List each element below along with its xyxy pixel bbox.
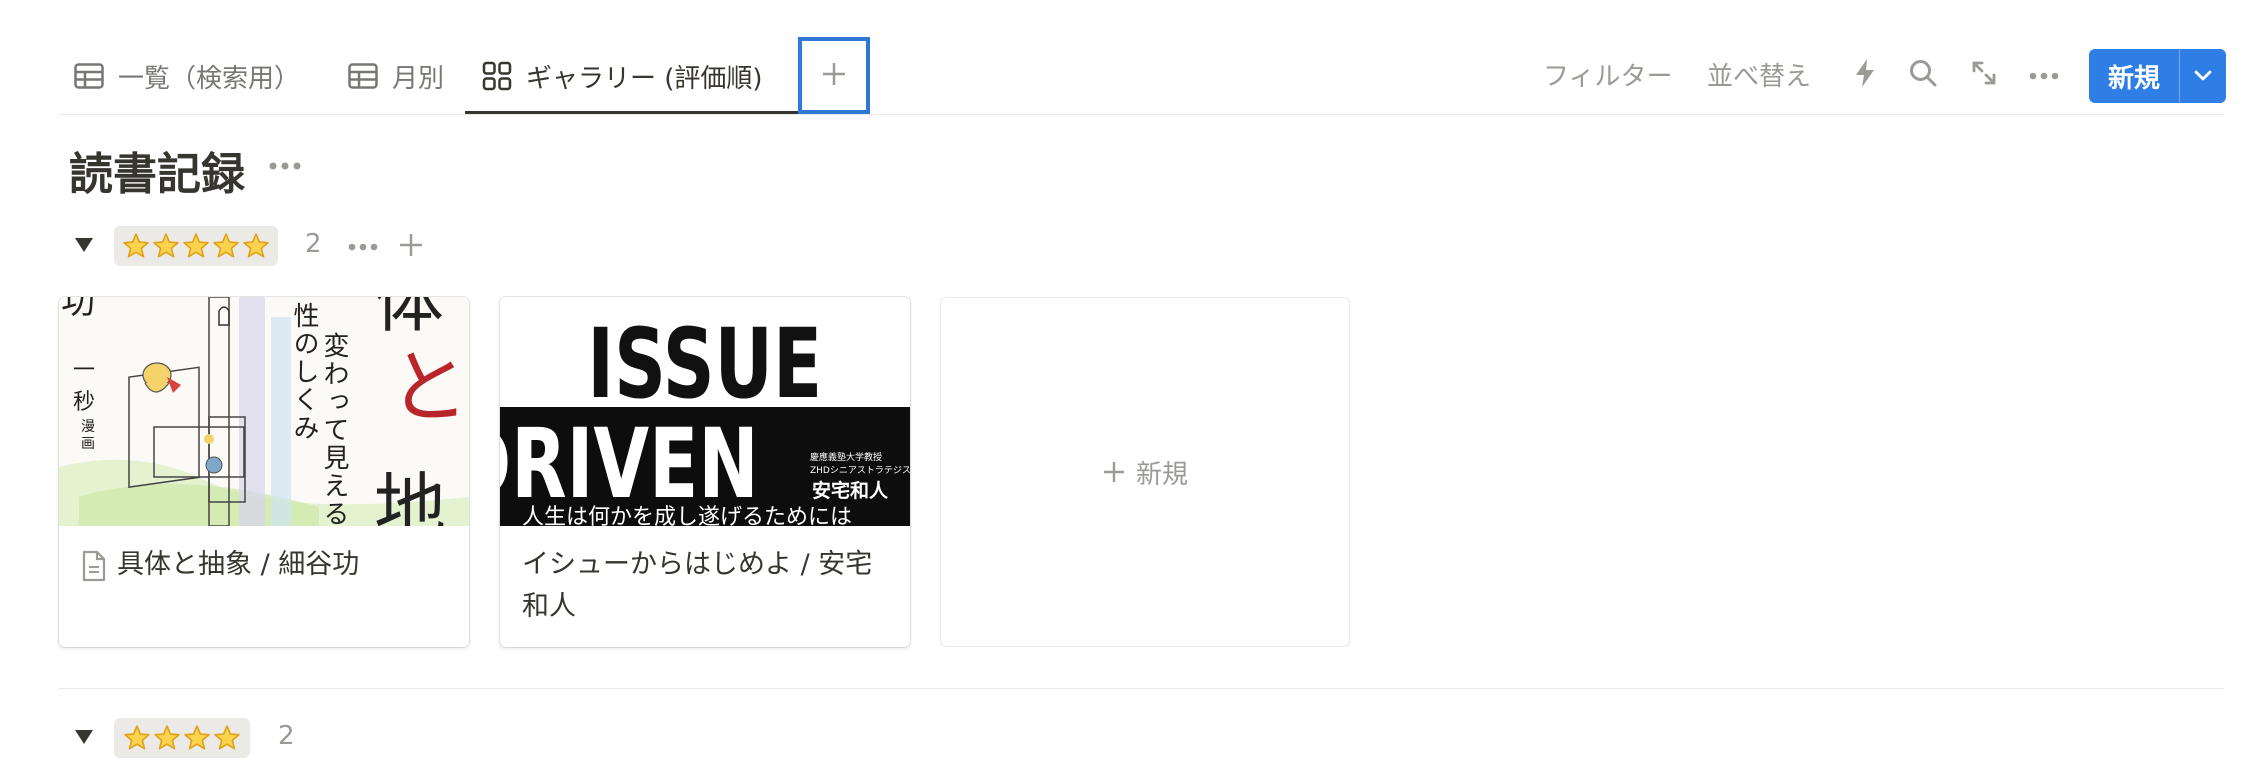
more-options-button[interactable] [2027,58,2061,92]
gallery-card[interactable]: 功 一 秒 漫 画 変わって見える 性のしくみ 体 と 地 具体と抽象 / 細谷… [59,297,469,647]
group-add-button[interactable] [396,232,426,262]
group-count: 2 [278,721,295,751]
book-cover-image: ISSUE DRIVEN 慶應義塾大学教授 ZHDシニアストラテジスト 安宅和人… [500,297,910,526]
star-rating-5 [122,232,270,260]
tab-label: 一覧（検索用） [118,63,301,94]
gallery-icon [482,61,512,91]
star-rating-4 [123,724,241,752]
card-title: イシューからはじめよ / 安宅 和人 [522,544,888,628]
tab-gallery-rating[interactable]: ギャラリー (評価順) [482,40,763,112]
gallery-card[interactable]: ISSUE DRIVEN 慶應義塾大学教授 ZHDシニアストラテジスト 安宅和人… [500,297,910,647]
book-cover-image: 功 一 秒 漫 画 変わって見える 性のしくみ 体 と 地 [59,297,469,526]
title-more-button[interactable] [268,150,302,180]
add-card-label: 新規 [1135,459,1188,490]
filter-button[interactable]: フィルター [1543,56,1672,93]
cover-side-char: 漫 [81,419,95,435]
group-more-button[interactable] [346,236,380,256]
tab-list-search[interactable]: 一覧（検索用） [74,40,300,112]
add-card-button[interactable]: 新規 [940,297,1350,647]
tab-monthly[interactable]: 月別 [348,40,444,112]
star-icon [243,233,269,258]
cover-author: 安宅和人 [812,479,889,502]
sort-button[interactable]: 並べ替え [1707,56,1811,93]
expand-icon [1970,59,1998,91]
expand-button[interactable] [1967,58,2001,92]
cover-vertical-text: 変わって見える [319,332,349,526]
cover-big-char: と [389,341,469,434]
database-title[interactable]: 読書記録 [69,138,245,202]
plus-icon [821,61,847,91]
card-title-text: 和人 [522,591,576,622]
star-icon [154,725,180,750]
table-icon [74,63,104,89]
plus-icon [398,232,424,262]
new-button-dropdown[interactable] [2180,49,2226,103]
cover-big-char: 体 [374,297,444,342]
cover-side-char: 一 [73,358,95,383]
star-icon [213,233,239,258]
more-icon [268,156,302,175]
chevron-down-icon [2193,67,2213,86]
new-button-group: 新規 [2089,49,2226,103]
cover-big-char: 地 [374,465,446,526]
cover-title-line: DRIVEN [500,409,759,521]
card-title-text: イシューからはじめよ / 安宅 [522,549,873,580]
search-button[interactable] [1906,58,1940,92]
more-icon [2029,66,2059,85]
cover-side-char: 功 [61,297,95,322]
search-icon [1908,58,1938,92]
new-button[interactable]: 新規 [2089,49,2179,103]
star-icon [123,233,149,258]
star-icon [183,233,209,258]
star-icon [214,725,240,750]
lightning-icon [1854,58,1876,92]
tabs-divider [59,114,2224,115]
tab-label: 月別 [392,63,445,94]
cover-title-line: ISSUE [587,309,822,421]
more-icon [348,237,378,256]
add-view-button[interactable] [798,37,870,114]
cover-vertical-text: 性のしくみ [289,302,319,442]
group-rating-chip [114,226,278,266]
table-icon [348,63,378,89]
cover-side-char: 画 [81,436,95,452]
star-icon [184,725,210,750]
group-toggle-triangle[interactable] [75,238,93,252]
plus-icon [1102,460,1126,484]
group-count: 2 [305,229,322,259]
group-rating-chip [114,718,250,758]
group-toggle-triangle[interactable] [75,730,93,744]
group-divider [59,688,2224,689]
star-icon [124,725,150,750]
cover-side-char: 秒 [73,390,95,415]
card-title: 具体と抽象 / 細谷功 [81,544,447,595]
card-title-text: 具体と抽象 / 細谷功 [117,549,360,580]
cover-small-text: 慶應義塾大学教授 [810,451,882,463]
page-icon [81,550,107,595]
cover-subtitle: 人生は何かを成し遂げるためには [522,505,852,526]
cover-small-text: ZHDシニアストラテジスト [810,465,910,476]
star-icon [153,233,179,258]
automation-button[interactable] [1848,58,1882,92]
tab-label: ギャラリー (評価順) [526,63,763,94]
